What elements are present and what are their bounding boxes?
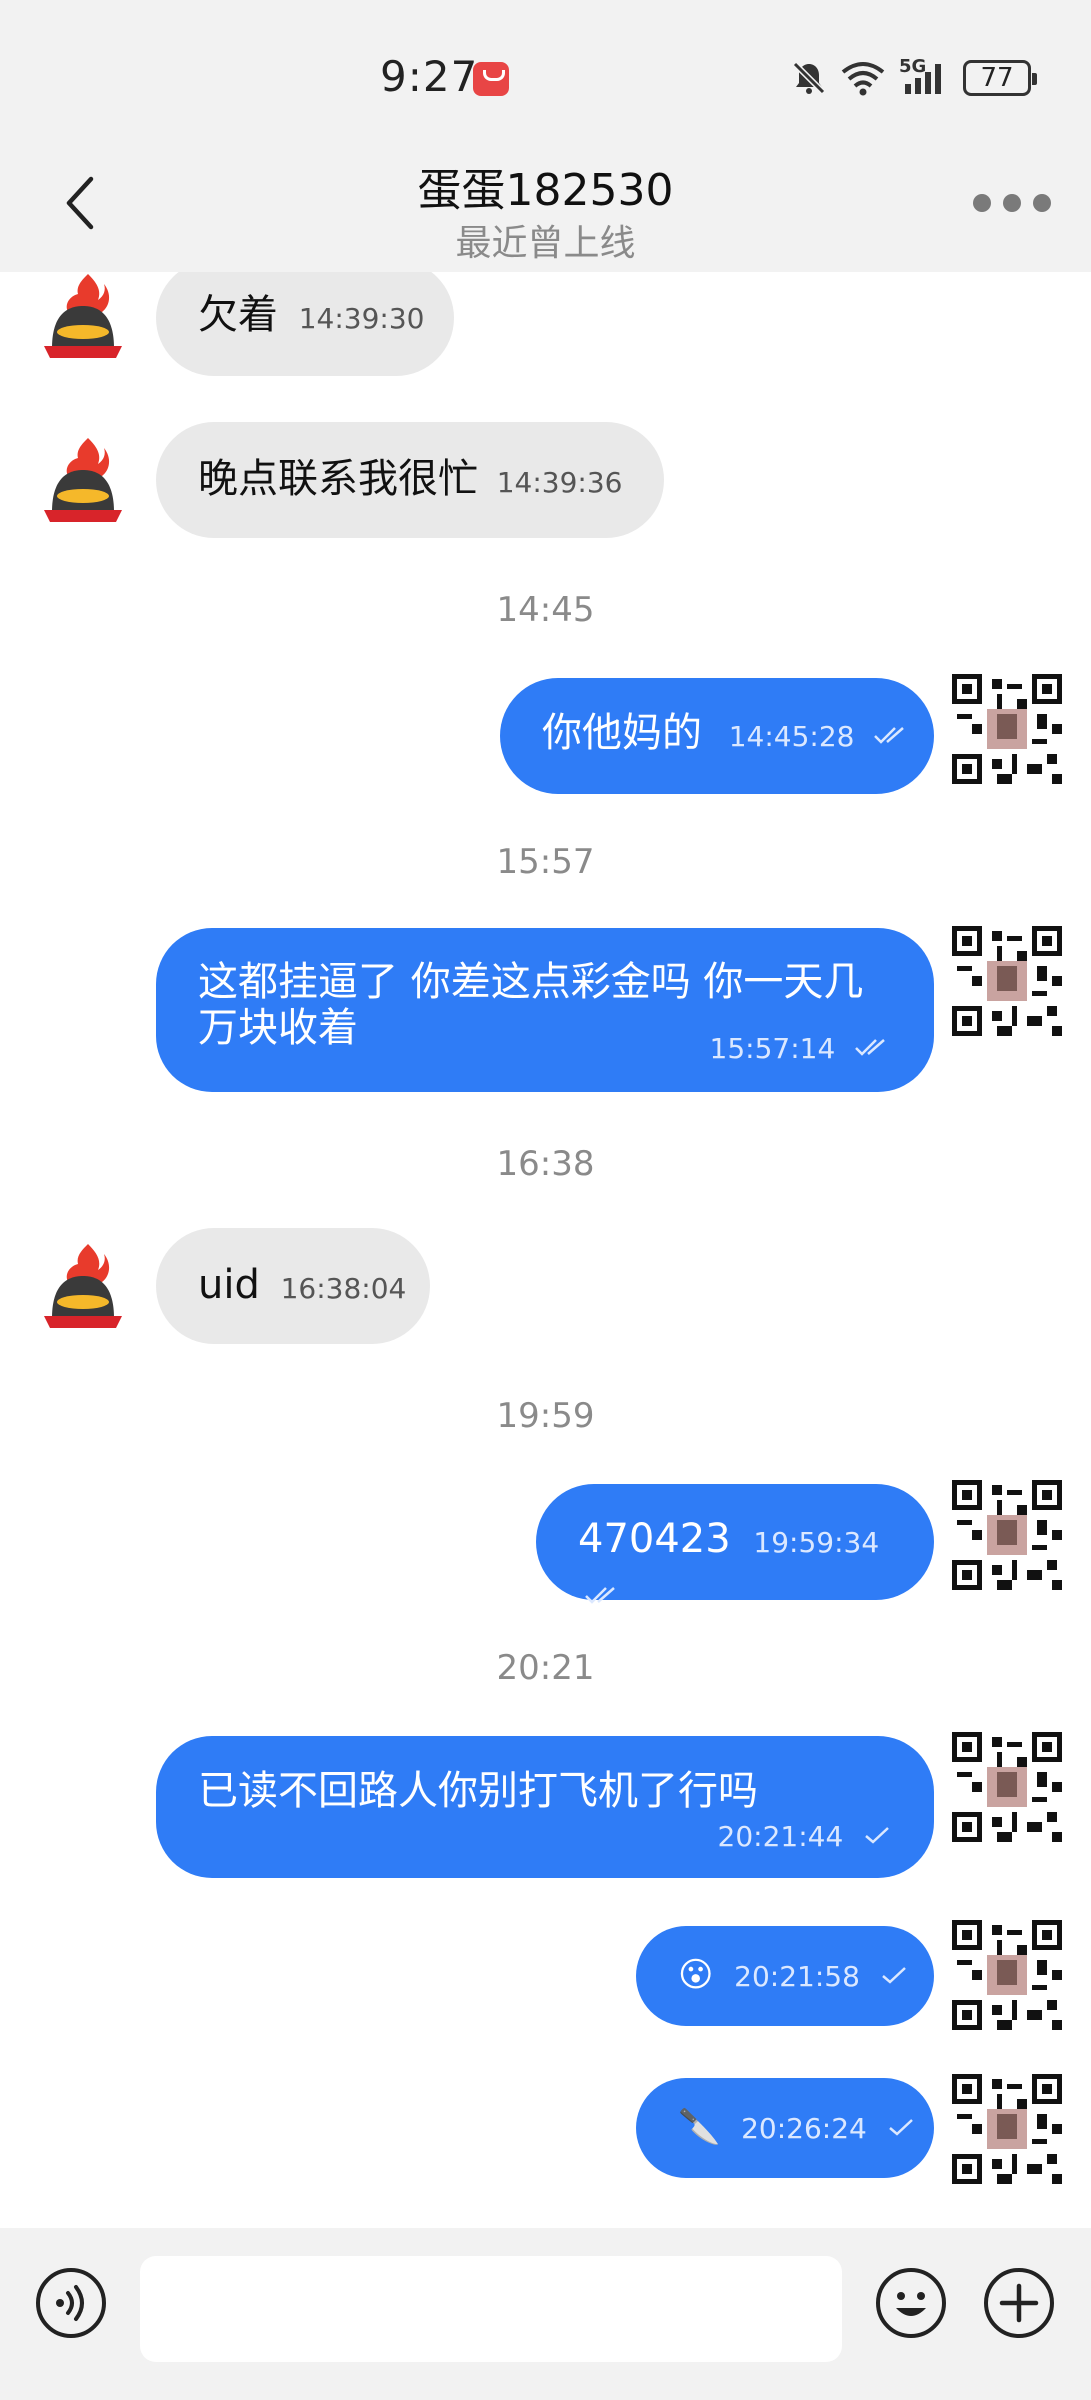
contact-status: 最近曾上线 — [455, 223, 636, 264]
message-text: 晚点联系我很忙 — [198, 456, 478, 502]
avatar-icon[interactable] — [38, 272, 128, 360]
message-text: 470423 — [578, 1516, 731, 1562]
time-separator: 15:57 — [496, 842, 595, 882]
message-time: 20:26:24 — [741, 2112, 867, 2145]
signal-indicator: 5G — [899, 56, 949, 96]
status-bar: 9:27 5G 77 — [0, 0, 1091, 140]
sent-check-icon — [888, 2119, 913, 2136]
mute-bell-icon — [792, 61, 826, 95]
time-separator: 14:45 — [496, 590, 595, 630]
time-separator: 16:38 — [496, 1144, 595, 1184]
battery-indicator: 77 — [963, 60, 1037, 96]
message-time: 14:39:36 — [496, 466, 623, 499]
message-bubble[interactable]: 你他妈的 14:45:28 — [500, 678, 934, 794]
message-text: uid — [198, 1262, 260, 1308]
qr-avatar-icon[interactable] — [952, 2074, 1062, 2184]
message-incoming: 欠着 14:39:30 — [0, 272, 1091, 380]
message-input[interactable] — [140, 2256, 842, 2362]
message-bubble[interactable]: 欠着 14:39:30 — [156, 272, 454, 376]
message-time: 14:39:30 — [298, 302, 425, 335]
qr-avatar-icon[interactable] — [952, 674, 1062, 784]
message-text: 你他妈的 — [542, 710, 702, 756]
chat-screen: 9:27 5G 77 蛋蛋182530 最近曾上线 欠着 14:39:30 晚点… — [0, 0, 1091, 2400]
message-outgoing: 你他妈的 14:45:28 — [0, 674, 1091, 794]
message-time: 20:21:44 — [717, 1820, 844, 1853]
qr-avatar-icon[interactable] — [952, 1920, 1062, 2030]
input-bar — [0, 2228, 1091, 2400]
qr-avatar-icon[interactable] — [952, 926, 1062, 1036]
signal-bars-icon — [905, 64, 941, 94]
message-text: 欠着 — [198, 292, 278, 338]
smiley-icon[interactable] — [874, 2266, 948, 2340]
voice-icon[interactable] — [34, 2266, 108, 2340]
message-emoji: 😮 — [678, 1955, 714, 1995]
message-text: 这都挂逼了 你差这点彩金吗 你一天几 — [198, 959, 864, 1005]
avatar-icon[interactable] — [38, 434, 128, 524]
message-incoming: uid 16:38:04 — [0, 1228, 1091, 1344]
status-time: 9:27 — [380, 52, 479, 101]
message-outgoing: 🔪 20:26:24 — [0, 2074, 1091, 2190]
message-outgoing: 😮 20:21:58 — [0, 1920, 1091, 2036]
message-bubble[interactable]: 😮 20:21:58 — [636, 1926, 934, 2026]
message-list[interactable]: 欠着 14:39:30 晚点联系我很忙 14:39:36 14:45 你他妈的 — [0, 272, 1091, 2228]
sent-check-icon — [881, 1967, 906, 1984]
message-bubble[interactable]: 🔪 20:26:24 — [636, 2078, 934, 2178]
message-incoming: 晚点联系我很忙 14:39:36 — [0, 422, 1091, 538]
chat-header: 蛋蛋182530 最近曾上线 — [0, 140, 1091, 272]
message-bubble[interactable]: uid 16:38:04 — [156, 1228, 430, 1344]
read-check-icon — [855, 1039, 885, 1056]
message-bubble[interactable]: 晚点联系我很忙 14:39:36 — [156, 422, 664, 538]
read-check-icon — [585, 1587, 615, 1604]
message-time: 14:45:28 — [728, 720, 855, 753]
more-options-button[interactable] — [973, 188, 1053, 218]
message-outgoing: 470423 19:59:34 — [0, 1480, 1091, 1604]
message-outgoing: 已读不回路人你别打飞机了行吗 20:21:44 — [0, 1732, 1091, 1878]
app-notification-icon — [473, 62, 509, 96]
message-emoji: 🔪 — [678, 2107, 721, 2147]
read-check-icon — [874, 727, 905, 744]
message-time: 15:57:14 — [709, 1032, 836, 1065]
sent-check-icon — [865, 1827, 889, 1844]
message-bubble[interactable]: 470423 19:59:34 — [536, 1484, 934, 1604]
message-time: 19:59:34 — [753, 1526, 880, 1559]
message-bubble[interactable]: 已读不回路人你别打飞机了行吗 20:21:44 — [156, 1736, 934, 1878]
message-time: 16:38:04 — [280, 1272, 407, 1305]
plus-circle-icon[interactable] — [982, 2266, 1056, 2340]
message-time: 20:21:58 — [734, 1960, 860, 1993]
time-separator: 19:59 — [496, 1396, 595, 1436]
more-dots-icon — [973, 194, 991, 212]
message-bubble[interactable]: 这都挂逼了 你差这点彩金吗 你一天几 万块收着 15:57:14 — [156, 928, 934, 1092]
time-separator: 20:21 — [496, 1648, 595, 1688]
message-outgoing: 这都挂逼了 你差这点彩金吗 你一天几 万块收着 15:57:14 — [0, 926, 1091, 1096]
contact-name[interactable]: 蛋蛋182530 — [0, 154, 1091, 218]
qr-avatar-icon[interactable] — [952, 1480, 1062, 1590]
status-icons: 5G 77 — [791, 56, 1037, 98]
avatar-icon[interactable] — [38, 1240, 128, 1330]
qr-avatar-icon[interactable] — [952, 1732, 1062, 1842]
wifi-icon — [841, 62, 885, 96]
